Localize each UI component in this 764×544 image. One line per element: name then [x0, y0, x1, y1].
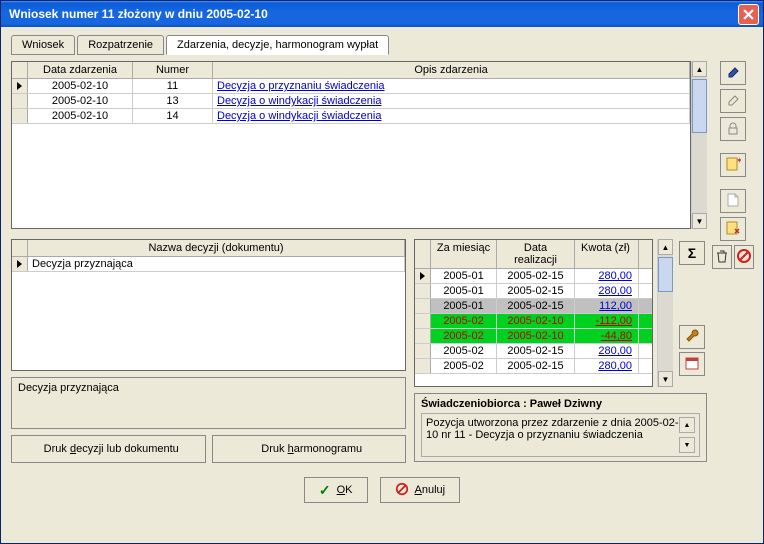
schedule-row[interactable]: 2005-012005-02-15280,00: [415, 269, 652, 284]
event-link[interactable]: Decyzja o windykacji świadczenia: [217, 110, 381, 122]
events-row[interactable]: 2005-02-10 13 Decyzja o windykacji świad…: [12, 94, 690, 109]
amount-link[interactable]: -112,00: [596, 315, 633, 327]
recipient-details: Pozycja utworzona przez zdarzenie z dnia…: [426, 417, 679, 453]
row-header-corner: [12, 62, 28, 78]
sigma-icon: Σ: [688, 245, 696, 261]
events-grid[interactable]: Data zdarzenia Numer Opis zdarzenia 2005…: [11, 61, 691, 229]
tab-rozpatrzenie[interactable]: Rozpatrzenie: [77, 35, 164, 55]
schedule-row[interactable]: 2005-022005-02-10-112,00: [415, 314, 652, 329]
note-plus-icon: ✶: [725, 156, 741, 175]
col-number[interactable]: Numer: [133, 62, 213, 78]
event-link[interactable]: Decyzja o przyznaniu świadczenia: [217, 80, 385, 92]
schedule-grid[interactable]: Za miesiąc Data realizacji Kwota (zł) 20…: [414, 239, 653, 387]
decisions-grid[interactable]: Nazwa decyzji (dokumentu) Decyzja przyzn…: [11, 239, 406, 371]
row-indicator-icon: [12, 257, 28, 271]
amount-link[interactable]: 112,00: [599, 300, 632, 312]
titlebar: Wniosek numer 11 złożony w dniu 2005-02-…: [1, 1, 763, 27]
amount-link[interactable]: 280,00: [598, 285, 632, 297]
print-decision-button[interactable]: Druk decyzji lub dokumentu: [11, 435, 206, 463]
eraser-icon: [725, 64, 741, 83]
schedule-row[interactable]: 2005-022005-02-10-44,80: [415, 329, 652, 344]
delete-button[interactable]: [712, 245, 732, 269]
check-icon: ✓: [319, 482, 331, 499]
calendar-icon: [684, 355, 700, 374]
schedule-row[interactable]: 2005-012005-02-15280,00: [415, 284, 652, 299]
eraser-outline-icon: [725, 92, 741, 111]
scroll-up-icon[interactable]: ▲: [658, 239, 673, 255]
recipient-panel: Świadczeniobiorca : Paweł Dziwny Pozycja…: [414, 393, 707, 462]
scroll-up-icon[interactable]: ▲: [679, 417, 695, 433]
close-button[interactable]: [738, 4, 759, 25]
events-row[interactable]: 2005-02-10 11 Decyzja o przyznaniu świad…: [12, 79, 690, 94]
amount-link[interactable]: -44,80: [601, 330, 632, 342]
lock-button[interactable]: [720, 117, 746, 141]
col-date[interactable]: Data zdarzenia: [28, 62, 133, 78]
scroll-up-icon[interactable]: ▲: [692, 61, 707, 77]
amount-link[interactable]: 280,00: [598, 270, 632, 282]
tab-bar: Wniosek Rozpatrzenie Zdarzenia, decyzje,…: [11, 35, 753, 55]
tab-zdarzenia[interactable]: Zdarzenia, decyzje, harmonogram wypłat: [166, 35, 389, 55]
forbidden-icon: [736, 248, 752, 267]
amount-link[interactable]: 280,00: [598, 345, 632, 357]
document-new-icon: [725, 192, 741, 211]
note-button[interactable]: ✶: [720, 153, 746, 177]
tool-button-1[interactable]: [679, 325, 705, 349]
schedule-row[interactable]: 2005-022005-02-15280,00: [415, 359, 652, 374]
window-title: Wniosek numer 11 złożony w dniu 2005-02-…: [9, 7, 738, 21]
forbidden-icon: [395, 482, 409, 499]
forbidden-button[interactable]: [734, 245, 754, 269]
schedule-row[interactable]: 2005-022005-02-15280,00: [415, 344, 652, 359]
sum-button[interactable]: Σ: [679, 241, 705, 265]
eraser-button[interactable]: [720, 61, 746, 85]
note-x-icon: [725, 220, 741, 239]
recipient-label: Świadczeniobiorca : Paweł Dziwny: [421, 398, 700, 410]
col-decision-name[interactable]: Nazwa decyzji (dokumentu): [28, 240, 405, 256]
print-schedule-button[interactable]: Druk harmonogramu: [212, 435, 407, 463]
tab-wniosek[interactable]: Wniosek: [11, 35, 75, 55]
decisions-row[interactable]: Decyzja przyznająca: [12, 257, 405, 272]
schedule-scrollbar[interactable]: ▲ ▼: [657, 239, 673, 387]
col-month[interactable]: Za miesiąc: [431, 240, 497, 268]
eraser2-button[interactable]: [720, 89, 746, 113]
col-desc[interactable]: Opis zdarzenia: [213, 62, 690, 78]
cancel-button[interactable]: Anuluj: [380, 477, 461, 503]
note-x-button[interactable]: [720, 217, 746, 241]
ok-button[interactable]: ✓ OK: [304, 477, 368, 503]
svg-text:✶: ✶: [736, 156, 741, 165]
event-link[interactable]: Decyzja o windykacji świadczenia: [217, 95, 381, 107]
wrench-icon: [684, 328, 700, 347]
trash-icon: [714, 248, 730, 267]
amount-link[interactable]: 280,00: [598, 360, 632, 372]
new-doc-button[interactable]: [720, 189, 746, 213]
scroll-down-icon[interactable]: ▼: [692, 213, 707, 229]
row-indicator-icon: [12, 79, 28, 93]
scroll-down-icon[interactable]: ▼: [658, 371, 673, 387]
lock-icon: [725, 120, 741, 139]
tool-button-2[interactable]: [679, 352, 705, 376]
col-amount[interactable]: Kwota (zł): [575, 240, 639, 268]
col-realization-date[interactable]: Data realizacji: [497, 240, 575, 268]
events-row[interactable]: 2005-02-10 14 Decyzja o windykacji świad…: [12, 109, 690, 124]
decision-description: Decyzja przyznająca: [11, 377, 406, 429]
scroll-down-icon[interactable]: ▼: [679, 437, 695, 453]
schedule-row[interactable]: 2005-012005-02-15112,00: [415, 299, 652, 314]
events-scrollbar[interactable]: ▲ ▼: [691, 61, 707, 229]
